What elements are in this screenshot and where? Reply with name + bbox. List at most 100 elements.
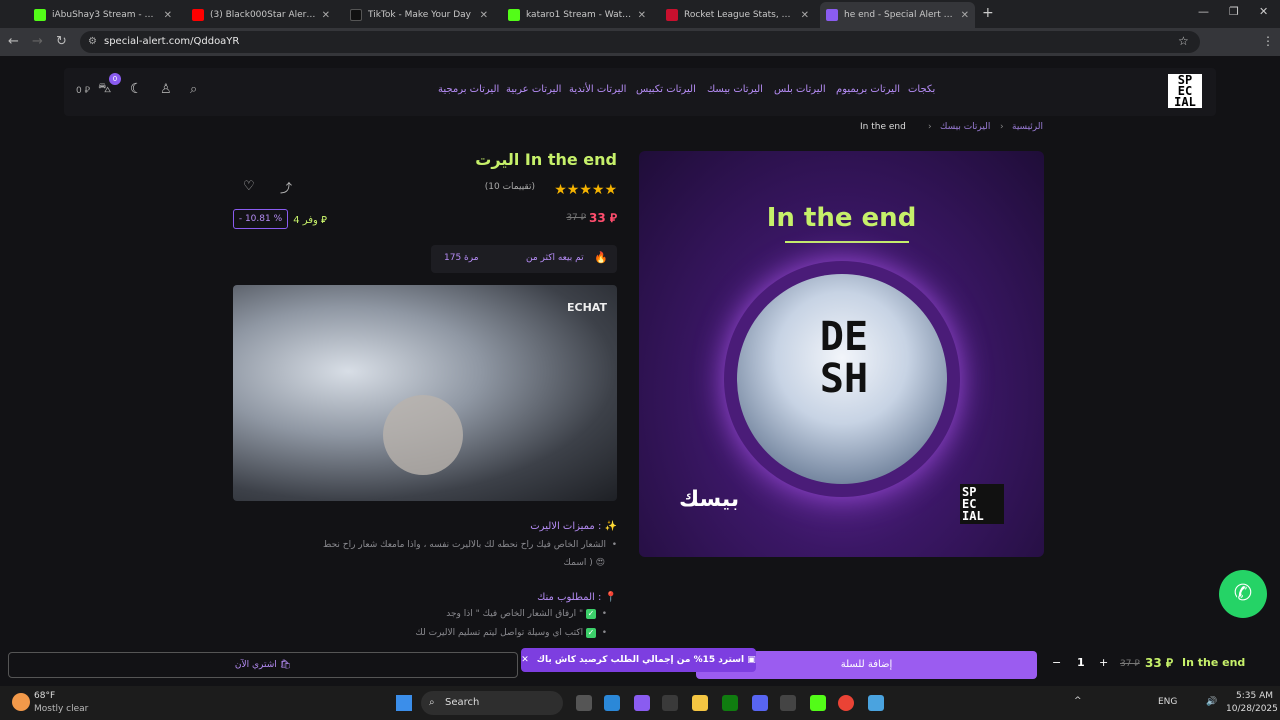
share-icon[interactable]: ⤴ (280, 179, 292, 196)
xbox-icon[interactable] (722, 695, 738, 711)
rating-stars: ★★★★★ (539, 179, 617, 198)
url-input[interactable]: ⚙ special-alert.com/QddoaYR (80, 31, 1200, 53)
requirement-text: اكتب اي وسيلة تواصل ليتم تسليم الاليرت ل… (415, 628, 584, 638)
bookmark-star-icon[interactable]: ☆ (1178, 34, 1189, 48)
increment-button[interactable]: + (1099, 656, 1108, 669)
tray-chevron-icon[interactable]: ^ (1074, 696, 1082, 706)
taskbar-search[interactable]: ⌕ Search (421, 691, 563, 715)
weather-temp[interactable]: 68°F (34, 691, 55, 701)
close-tab-icon[interactable]: ✕ (801, 10, 809, 21)
check-icon: ✓ (585, 609, 596, 619)
tab-title: kataro1 Stream - Watch Live on (526, 10, 632, 20)
nav-item[interactable]: اليرتات الأندية (569, 84, 626, 95)
browser-tab-bar: iAbuShay3 Stream - Watch Live ✕ (3) Blac… (0, 0, 1280, 28)
language-indicator[interactable]: ENG (1158, 697, 1177, 707)
wishlist-heart-icon[interactable]: ♡ (243, 179, 255, 194)
copilot-icon[interactable] (634, 695, 650, 711)
new-tab-button[interactable]: + (982, 5, 994, 21)
decrement-button[interactable]: − (1052, 656, 1061, 669)
search-icon[interactable]: ⌕ (190, 82, 197, 97)
kick-icon (508, 9, 520, 21)
cashback-promo-banner: ✕ استرد 15% من إجمالي الطلب كرصيد كاش باك… (521, 648, 756, 672)
notepad-icon[interactable] (868, 695, 884, 711)
dark-mode-icon[interactable]: ☾ (130, 81, 143, 97)
clock-date[interactable]: 10/28/2025 (1226, 704, 1278, 714)
close-promo-icon[interactable]: ✕ (521, 655, 529, 665)
nav-item[interactable]: اليرتات تكبيس (636, 84, 696, 95)
forward-icon[interactable]: → (32, 34, 43, 49)
requirements-heading-text: المطلوب منك : (537, 592, 602, 603)
ratings-count[interactable]: (10 تقييمات) (440, 182, 535, 192)
clock-time[interactable]: 5:35 AM (1236, 691, 1273, 701)
product-image[interactable]: In the end DE SH بيسك SP EC IAL (639, 151, 1044, 557)
nav-item[interactable]: اليرتات بريميوم (836, 84, 900, 95)
kick-app-icon[interactable] (810, 695, 826, 711)
breadcrumb-home[interactable]: الرئيسية (1012, 122, 1043, 132)
close-window-icon[interactable]: ✕ (1259, 5, 1268, 18)
requirement-text: ارفاق الشعار الخاص فيك " اذا وجد " (446, 609, 584, 619)
minimize-icon[interactable]: — (1198, 5, 1209, 18)
weather-desc[interactable]: Mostly clear (34, 704, 88, 714)
tab-title: TikTok - Make Your Day (368, 10, 472, 20)
breadcrumb-current: In the end (860, 122, 906, 132)
site-logo[interactable]: SP EC IAL (1168, 74, 1202, 108)
nav-item[interactable]: اليرتات بلس (774, 84, 826, 95)
buy-now-label: اشتري الآن (234, 660, 277, 670)
address-bar-row: ← → ↻ ⚙ special-alert.com/QddoaYR ☆ ⋮ (0, 28, 1280, 56)
url-text: special-alert.com/QddoaYR (104, 36, 240, 47)
browser-tab[interactable]: iAbuShay3 Stream - Watch Live ✕ (28, 4, 178, 26)
windows-start-icon[interactable] (396, 695, 412, 711)
volume-icon[interactable]: 🔊 (1206, 697, 1217, 707)
store-icon[interactable] (662, 695, 678, 711)
edge-icon[interactable] (604, 695, 620, 711)
user-icon[interactable]: ♙ (160, 82, 172, 97)
requirement-item: ارفاق الشعار الخاص فيك " اذا وجد " ✓ • (446, 609, 607, 619)
browser-tab[interactable]: kataro1 Stream - Watch Live on ✕ (502, 4, 652, 26)
title-underline (785, 241, 909, 243)
check-icon: ✓ (585, 628, 596, 638)
whatsapp-chat-button[interactable]: ✆ (1219, 570, 1267, 618)
nav-item[interactable]: بكجات (908, 84, 935, 95)
quantity-value[interactable]: 1 (1077, 656, 1085, 669)
discount-badge: - 10.81 % (233, 209, 288, 229)
close-tab-icon[interactable]: ✕ (961, 10, 969, 21)
bottom-price: 33 ⃁ (1145, 656, 1174, 670)
back-icon[interactable]: ← (8, 34, 19, 49)
close-tab-icon[interactable]: ✕ (322, 10, 330, 21)
special-alert-icon (826, 9, 838, 21)
maximize-icon[interactable]: ❐ (1229, 5, 1239, 18)
tab-title: iAbuShay3 Stream - Watch Live (52, 10, 158, 20)
close-tab-icon[interactable]: ✕ (480, 10, 488, 21)
star-icons: ★★★★★ (554, 182, 617, 198)
cart-count-badge: 0 (109, 73, 121, 85)
requirements-heading: المطلوب منك : 📍 (520, 592, 617, 603)
buy-now-button[interactable]: اشتري الآن 🛍 (8, 652, 518, 678)
discord-icon[interactable] (752, 695, 768, 711)
browser-tab[interactable]: (3) Black000Star Alerts | لك ستار ✕ (186, 4, 336, 26)
nav-item[interactable]: اليرتات بيسك (707, 84, 763, 95)
nav-item[interactable]: اليرتات برمجية (438, 84, 499, 95)
close-tab-icon[interactable]: ✕ (638, 10, 646, 21)
tiktok-icon (350, 9, 362, 21)
settings-icon[interactable] (780, 695, 796, 711)
browser-tab[interactable]: TikTok - Make Your Day ✕ (344, 4, 494, 26)
nav-item[interactable]: اليرتات عربية (506, 84, 561, 95)
product-image-title: In the end (766, 203, 917, 233)
cart-total: 0 ⃁ (76, 86, 90, 96)
video-watermark: ECHAT (567, 301, 607, 314)
breadcrumb-category[interactable]: اليرتات بيسك (940, 122, 990, 132)
browser-tab[interactable]: Rocket League Stats, Leaderbo ✕ (660, 4, 815, 26)
youtube-icon (192, 9, 204, 21)
close-tab-icon[interactable]: ✕ (164, 10, 172, 21)
reload-icon[interactable]: ↻ (56, 34, 67, 49)
file-explorer-icon[interactable] (692, 695, 708, 711)
chrome-icon[interactable] (838, 695, 854, 711)
site-info-icon[interactable]: ⚙ (88, 31, 97, 53)
menu-icon[interactable]: ⋮ (1262, 34, 1274, 48)
cart-icon[interactable]: ⛍ (98, 81, 111, 98)
breadcrumb-chevron-icon: › (928, 122, 932, 132)
browser-tab-active[interactable]: he end - Special Alert اليرت ✕ (820, 2, 975, 28)
preview-video[interactable]: ECHAT (233, 285, 617, 501)
tab-title: he end - Special Alert اليرت (844, 10, 955, 20)
task-view-icon[interactable] (576, 695, 592, 711)
